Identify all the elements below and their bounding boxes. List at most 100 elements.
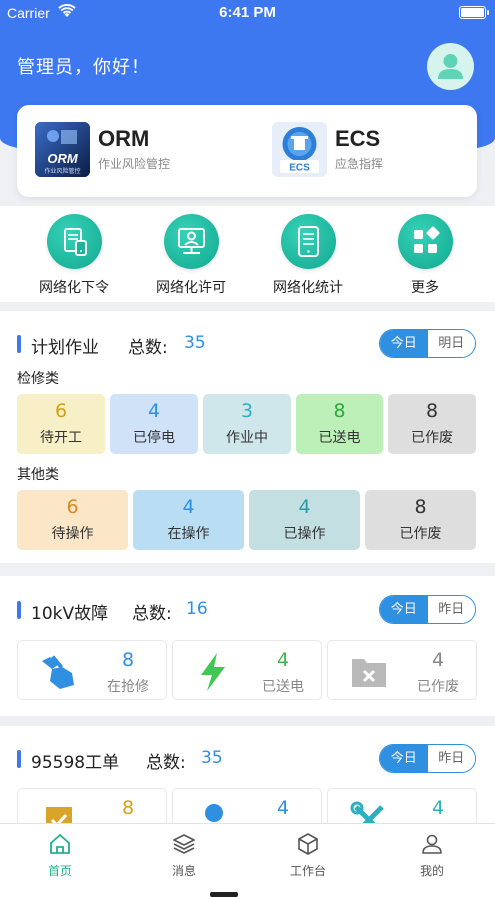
repair-hand-icon [42, 655, 74, 689]
svg-text:ECS: ECS [289, 163, 310, 174]
order-card-3[interactable]: 4 [327, 788, 477, 826]
tile-label: 已作废 [399, 526, 442, 542]
orm-logo: ORM 作业风险管控 [35, 122, 90, 177]
tile-label: 已作废 [411, 430, 453, 446]
day-toggle: 今日 昨日 [379, 744, 476, 773]
fault-card-voided[interactable]: 4 已作废 [327, 640, 477, 700]
toggle-yesterday[interactable]: 昨日 [427, 596, 475, 623]
tab-bar: 首页 消息 工作台 我的 [0, 823, 495, 897]
quick-action-order[interactable]: 网络化下令 [24, 214, 124, 297]
lightning-icon [201, 653, 225, 691]
stat-value: 4 [276, 797, 290, 819]
quick-action-stats[interactable]: 网络化统计 [258, 214, 358, 297]
battery-icon [459, 6, 489, 19]
tile-value: 4 [182, 496, 195, 518]
toggle-yesterday[interactable]: 昨日 [427, 745, 475, 772]
home-icon [50, 834, 70, 854]
app-orm[interactable]: ORM 作业风险管控 ORM 作业风险管控 [35, 122, 235, 178]
tile-value: 8 [414, 496, 427, 518]
fault-card-repairing[interactable]: 8 在抢修 [17, 640, 167, 700]
svg-text:ORM: ORM [47, 151, 79, 166]
user-icon [422, 834, 442, 854]
stat-value: 4 [431, 797, 445, 819]
toggle-tomorrow[interactable]: 明日 [427, 330, 475, 357]
tab-messages[interactable]: 消息 [144, 832, 224, 879]
section-title: 计划作业 [31, 338, 99, 358]
stat-tile[interactable]: 8 已作废 [365, 490, 476, 550]
planned-work-section: 计划作业 总数: 35 今日 明日 检修类 6 待开工 4 已停电 3 作业中 … [0, 311, 495, 563]
stat-tile[interactable]: 8 已送电 [296, 394, 383, 454]
tab-label: 我的 [419, 864, 444, 878]
quick-action-more[interactable]: 更多 [375, 214, 475, 297]
tile-value: 6 [54, 400, 68, 422]
home-indicator [210, 892, 238, 897]
app-ecs[interactable]: ECS ECS 应急指挥 [272, 122, 472, 178]
stat-tile[interactable]: 6 待开工 [17, 394, 105, 454]
toggle-today[interactable]: 今日 [380, 596, 428, 623]
tile-label: 已操作 [283, 526, 326, 542]
app-subtitle-ecs: 应急指挥 [335, 157, 384, 171]
total-label: 总数: [128, 338, 168, 358]
stat-tile[interactable]: 6 待操作 [17, 490, 128, 550]
tab-label: 工作台 [289, 864, 326, 878]
total-count: 16 [186, 599, 208, 619]
stat-value: 4 [431, 649, 445, 671]
tile-label: 作业中 [226, 430, 268, 446]
section-accent-bar [17, 750, 21, 768]
tile-label: 已送电 [318, 430, 361, 446]
total-count: 35 [201, 748, 223, 768]
day-toggle: 今日 昨日 [379, 595, 476, 624]
tile-value: 4 [147, 400, 161, 422]
quick-action-label: 网络化下令 [39, 280, 109, 296]
layers-icon [173, 834, 195, 854]
section-title: 95598工单 [31, 753, 120, 773]
tile-label: 已停电 [133, 430, 175, 446]
stat-tile[interactable]: 4 已停电 [110, 394, 198, 454]
stat-label: 已作废 [417, 679, 459, 695]
stat-tile[interactable]: 4 在操作 [133, 490, 244, 550]
toggle-today[interactable]: 今日 [380, 330, 428, 357]
order-card-1[interactable]: 8 [17, 788, 167, 826]
tab-label: 首页 [47, 864, 72, 878]
stat-tile[interactable]: 4 已操作 [249, 490, 360, 550]
clock: 6:41 PM [219, 4, 276, 21]
stat-label: 已送电 [262, 679, 304, 695]
quick-action-label: 网络化统计 [273, 280, 343, 296]
void-folder-icon [352, 659, 386, 687]
document-phone-icon [46, 214, 102, 269]
order-card-2[interactable]: 4 [172, 788, 322, 826]
tools-icon [350, 801, 384, 826]
stat-value: 8 [121, 649, 135, 671]
quick-action-permit[interactable]: 网络化许可 [141, 214, 241, 297]
tile-label: 待操作 [51, 526, 94, 542]
tab-workbench[interactable]: 工作台 [268, 832, 348, 879]
user-avatar-icon [438, 54, 463, 79]
tab-mine[interactable]: 我的 [392, 832, 472, 879]
section-accent-bar [17, 601, 21, 619]
work-order-section: 95598工单 总数: 35 今日 昨日 8 4 4 [0, 726, 495, 826]
app-name-orm: ORM [98, 126, 150, 151]
phone-list-icon [280, 214, 336, 269]
ecs-logo: ECS [272, 122, 327, 177]
tile-value: 6 [66, 496, 79, 518]
fault-card-restored[interactable]: 4 已送电 [172, 640, 322, 700]
svg-text:作业风险管控: 作业风险管控 [44, 167, 80, 175]
avatar[interactable] [427, 43, 474, 90]
stat-value: 8 [121, 797, 135, 819]
person-icon [203, 804, 225, 826]
group-label-other: 其他类 [17, 467, 59, 483]
stat-tile[interactable]: 3 作业中 [203, 394, 291, 454]
tab-home[interactable]: 首页 [20, 832, 100, 879]
total-label: 总数: [132, 604, 172, 624]
tile-value: 3 [240, 400, 254, 422]
toggle-today[interactable]: 今日 [380, 745, 428, 772]
section-title: 10kV故障 [31, 604, 109, 624]
tile-value: 8 [333, 400, 346, 422]
tile-label: 待开工 [40, 430, 82, 446]
person-monitor-icon [163, 214, 219, 269]
section-accent-bar [17, 335, 21, 353]
app-subtitle-orm: 作业风险管控 [98, 157, 171, 171]
stat-tile[interactable]: 8 已作废 [388, 394, 476, 454]
tab-label: 消息 [171, 864, 196, 878]
app-name-ecs: ECS [335, 126, 381, 151]
